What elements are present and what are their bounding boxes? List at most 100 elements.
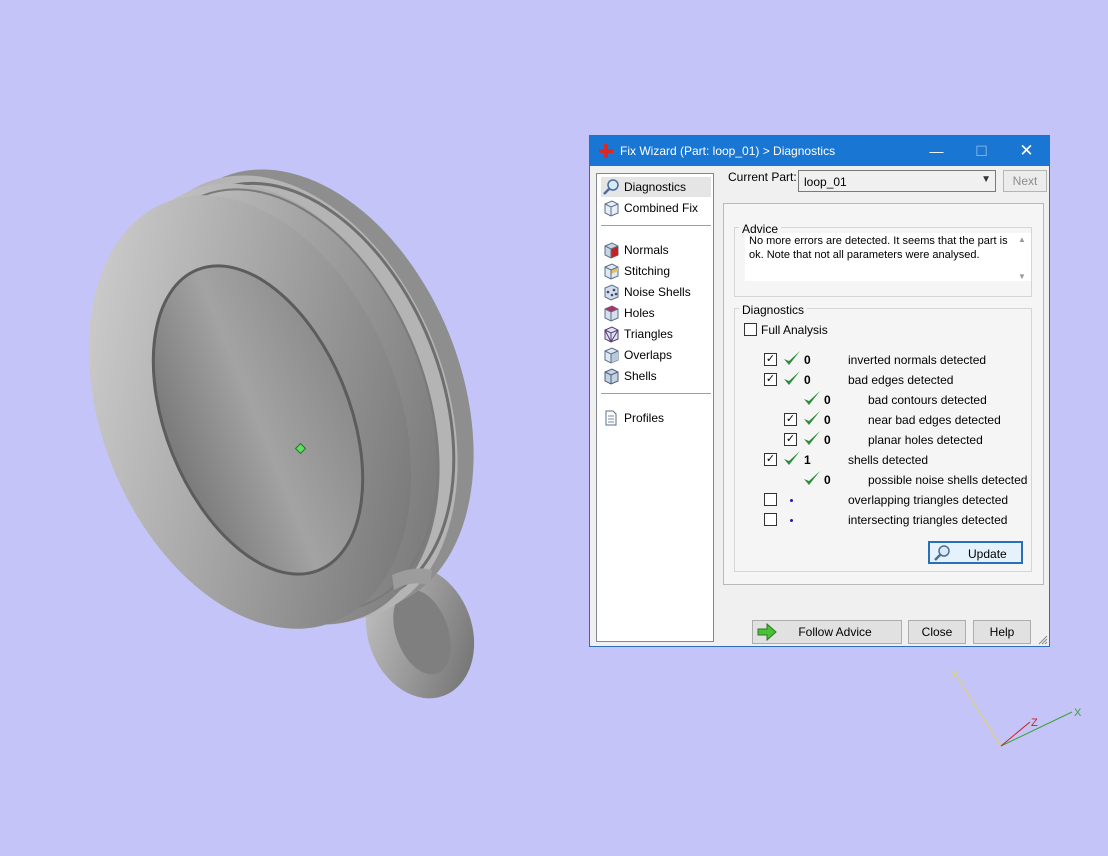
nav-label: Triangles [624,327,673,341]
nav-item-shells[interactable]: Shells [601,366,711,386]
nav-item-triangles[interactable]: Triangles [601,324,711,344]
shells-cube-icon [604,368,619,385]
maximize-button[interactable]: ☐ [959,136,1004,166]
checkmark-icon [784,451,800,465]
advice-title: Advice [739,222,782,236]
wizard-content-panel: No more errors are detected. It seems th… [723,203,1044,585]
checkmark-icon [804,431,820,445]
checkmark-icon [804,471,820,485]
inverted-normals-label: inverted normals detected [848,353,987,367]
holes-cube-icon [604,305,619,322]
not-analysed-dot [790,499,793,502]
bad-edges-count: 0 [804,373,811,387]
update-label: Update [968,547,1007,561]
nav-label: Normals [624,243,669,257]
chevron-down-icon: ▼ [981,174,991,185]
nav-item-diagnostics[interactable]: Diagnostics [601,177,711,197]
fix-wizard-dialog: Fix Wizard (Part: loop_01) > Diagnostics… [589,135,1050,647]
close-button[interactable]: Close [908,620,966,644]
bad-contours-count: 0 [824,393,831,407]
document-icon [605,410,617,426]
shells-checkbox[interactable]: ✓ [764,453,777,466]
follow-advice-label: Follow Advice [798,625,872,639]
shells-label: shells detected [848,453,929,467]
near-bad-edges-label: near bad edges detected [868,413,1001,427]
magnifier-icon [603,179,619,195]
resize-grip-icon[interactable] [1038,635,1048,645]
overlapping-triangles-checkbox[interactable] [764,493,777,506]
magnifier-icon [934,545,950,561]
bad-edges-label: bad edges detected [848,373,954,387]
nav-item-profiles[interactable]: Profiles [601,408,711,428]
nav-divider [601,393,711,394]
axis-z-label: Z [1031,717,1038,729]
ring-model [88,169,475,699]
inverted-normals-checkbox[interactable]: ✓ [764,353,777,366]
green-arrow-icon [757,623,777,641]
advice-scrollbar[interactable]: ▲ ▼ [1016,235,1028,281]
noise-shells-label: possible noise shells detected [868,473,1028,487]
nav-item-combined-fix[interactable]: Combined Fix [601,198,711,218]
axis-x-label: X [1074,707,1082,719]
cube-icon [604,200,619,217]
follow-advice-button[interactable]: Follow Advice [752,620,902,644]
diagnostics-group: Full Analysis ✓ 0 inverted normals detec… [734,308,1032,572]
near-bad-edges-count: 0 [824,413,831,427]
not-analysed-dot [790,519,793,522]
planar-holes-count: 0 [824,433,831,447]
intersecting-triangles-label: intersecting triangles detected [848,513,1008,527]
stitching-cube-icon [604,263,619,280]
checkmark-icon [804,411,820,425]
nav-label: Combined Fix [624,201,699,215]
checkmark-icon [784,371,800,385]
nav-label: Stitching [624,264,671,278]
dialog-title: Fix Wizard (Part: loop_01) > Diagnostics [620,144,836,158]
axis-y-label: Y [951,669,959,681]
advice-group: No more errors are detected. It seems th… [734,227,1032,297]
current-part-label: Current Part: [728,170,797,184]
planar-holes-checkbox[interactable]: ✓ [784,433,797,446]
planar-holes-label: planar holes detected [868,433,983,447]
nav-item-holes[interactable]: Holes [601,303,711,323]
triangles-cube-icon [604,326,619,343]
noise-shells-icon [604,284,619,301]
wizard-nav: Diagnostics Combined Fix Normals Stitchi… [596,173,714,642]
axis-indicator: Y X Z [951,669,1082,747]
full-analysis-checkbox[interactable] [744,323,757,336]
minimize-button[interactable]: — [914,136,959,166]
advice-box[interactable]: No more errors are detected. It seems th… [745,233,1031,281]
help-button[interactable]: Help [973,620,1031,644]
inverted-normals-count: 0 [804,353,811,367]
nav-item-normals[interactable]: Normals [601,240,711,260]
update-button[interactable]: Update [928,541,1023,564]
close-window-button[interactable]: ✕ [1004,136,1049,166]
nav-item-stitching[interactable]: Stitching [601,261,711,281]
nav-label: Noise Shells [624,285,691,299]
full-analysis-label: Full Analysis [761,323,828,337]
nav-item-noise-shells[interactable]: Noise Shells [601,282,711,302]
shells-count: 1 [804,453,811,467]
red-cross-icon [599,144,613,158]
noise-shells-count: 0 [824,473,831,487]
current-part-value: loop_01 [804,175,847,189]
nav-label: Holes [624,306,655,320]
next-button[interactable]: Next [1003,170,1047,192]
nav-item-overlaps[interactable]: Overlaps [601,345,711,365]
nav-label: Shells [624,369,657,383]
overlapping-triangles-label: overlapping triangles detected [848,493,1009,507]
overlaps-cube-icon [604,347,619,364]
nav-label: Diagnostics [624,180,687,194]
advice-text: No more errors are detected. It seems th… [749,235,1008,261]
intersecting-triangles-checkbox[interactable] [764,513,777,526]
nav-label: Overlaps [624,348,673,362]
checkmark-icon [784,351,800,365]
bad-contours-label: bad contours detected [868,393,987,407]
bad-edges-checkbox[interactable]: ✓ [764,373,777,386]
normals-cube-icon [604,242,619,259]
current-part-select[interactable]: loop_01 ▼ [798,170,996,192]
diagnostics-title: Diagnostics [739,303,808,317]
nav-label: Profiles [624,411,665,425]
checkmark-icon [804,391,820,405]
near-bad-edges-checkbox[interactable]: ✓ [784,413,797,426]
dialog-titlebar[interactable]: Fix Wizard (Part: loop_01) > Diagnostics… [590,136,1049,166]
